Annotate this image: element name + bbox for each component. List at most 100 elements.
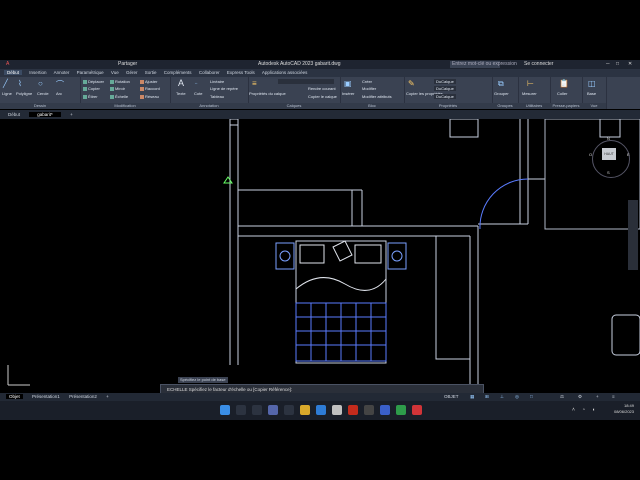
add-layout-icon[interactable]: +	[106, 394, 109, 399]
linetype-dropdown[interactable]: DuCalque	[434, 86, 456, 91]
array-button[interactable]: Réseau	[140, 94, 159, 99]
maximize-icon[interactable]: □	[616, 60, 619, 69]
tab-vue[interactable]: Vue	[111, 70, 119, 75]
layer-properties-button[interactable]: Propriétés du calque	[249, 91, 286, 96]
line-icon[interactable]: ╱	[3, 79, 8, 88]
tray-chevron-icon[interactable]: ˄	[572, 407, 575, 413]
file-explorer-icon[interactable]	[300, 405, 310, 415]
customize-menu-icon[interactable]: ≡	[612, 393, 615, 401]
stretch-button[interactable]: Étirer	[83, 94, 98, 99]
start-icon[interactable]	[220, 405, 230, 415]
tab-express-tools[interactable]: Express Tools	[227, 70, 255, 75]
measure-icon[interactable]: ⊢	[527, 79, 534, 88]
edit-button[interactable]: Modifier	[362, 86, 376, 91]
layers-panel-label[interactable]: Calques	[248, 103, 340, 109]
tab-model[interactable]: Objet	[6, 394, 23, 399]
viewcube-south[interactable]: S	[607, 170, 610, 175]
excel-icon[interactable]	[396, 405, 406, 415]
workspace-gear-icon[interactable]: ⚙	[578, 393, 582, 401]
color-dropdown[interactable]: DuCalque	[434, 79, 456, 84]
viewcube-east[interactable]: E	[627, 152, 630, 157]
model-space-indicator[interactable]: OBJET	[444, 393, 459, 401]
polyline-icon[interactable]: ⌇	[18, 79, 22, 88]
new-tab-icon[interactable]: +	[62, 112, 81, 117]
copy-layer-button[interactable]: Copier le calque	[308, 94, 337, 99]
tab-insertion[interactable]: Insertion	[29, 70, 46, 75]
dimension-button[interactable]: Cote	[194, 91, 202, 96]
navigation-bar[interactable]	[628, 200, 638, 270]
view-panel-label[interactable]: Vue	[582, 103, 606, 109]
search-icon[interactable]	[236, 405, 246, 415]
tab-gerer[interactable]: Gérer	[126, 70, 138, 75]
trim-button[interactable]: Ajuster	[140, 79, 157, 84]
close-icon[interactable]: ✕	[628, 60, 632, 69]
groups-panel-label[interactable]: Groupes	[492, 103, 518, 109]
copy-button[interactable]: Copier	[83, 86, 100, 91]
polyline-button[interactable]: Polyligne	[16, 91, 32, 96]
search-input[interactable]: Entrez mot-clé ou expression	[450, 61, 517, 68]
grid-icon[interactable]: ▦	[470, 393, 474, 401]
tab-sortie[interactable]: Sortie	[145, 70, 157, 75]
plus-icon[interactable]: +	[596, 393, 599, 401]
viewcube-west[interactable]: O	[589, 152, 592, 157]
insert-icon[interactable]: ▣	[344, 79, 352, 88]
tab-layout1[interactable]: Présentation1	[32, 394, 60, 399]
osnap-icon[interactable]: □	[530, 393, 533, 401]
paste-button[interactable]: Coller	[557, 91, 567, 96]
make-current-button[interactable]: Rendre courant	[308, 86, 336, 91]
drawing-canvas[interactable]	[0, 118, 640, 393]
ortho-icon[interactable]: ⊥	[500, 393, 504, 401]
viewcube-north[interactable]: N	[607, 136, 610, 141]
app-icon[interactable]	[412, 405, 422, 415]
autocad-logo-icon[interactable]: A	[6, 60, 9, 69]
create-button[interactable]: Créer	[362, 79, 372, 84]
tab-annoter[interactable]: Annoter	[54, 70, 70, 75]
polar-icon[interactable]: ◎	[515, 393, 519, 401]
tab-applications[interactable]: Applications associées	[262, 70, 308, 75]
edit-attributes-button[interactable]: Modifier attributs	[362, 94, 392, 99]
paste-icon[interactable]: 📋	[559, 79, 569, 88]
lineweight-dropdown[interactable]: DuCalque	[434, 94, 456, 99]
text-button[interactable]: Texte	[176, 91, 186, 96]
chat-icon[interactable]	[268, 405, 278, 415]
line-button[interactable]: Ligne	[2, 91, 12, 96]
arc-icon[interactable]: ⌒	[56, 79, 64, 90]
match-properties-icon[interactable]: ✎	[408, 79, 415, 88]
viewcube-face[interactable]: HAUT	[602, 148, 616, 160]
measure-button[interactable]: Mesurer	[522, 91, 537, 96]
edge-icon[interactable]	[316, 405, 326, 415]
table-button[interactable]: Tableau	[210, 94, 224, 99]
minimize-icon[interactable]: ─	[606, 60, 610, 69]
revit-icon[interactable]	[380, 405, 390, 415]
group-button[interactable]: Grouper	[494, 91, 509, 96]
tab-parametrique[interactable]: Paramétrique	[77, 70, 104, 75]
draw-panel-label[interactable]: Dessin	[0, 103, 80, 109]
system-clock[interactable]: 18:49 08/06/2023	[614, 403, 634, 415]
arc-button[interactable]: Arc	[56, 91, 62, 96]
block-panel-label[interactable]: Bloc	[340, 103, 404, 109]
snap-icon[interactable]: ⊞	[485, 393, 489, 401]
base-button[interactable]: Base	[587, 91, 596, 96]
mirror-button[interactable]: Miroir	[110, 86, 125, 91]
move-button[interactable]: Déplacer	[83, 79, 104, 84]
widgets-icon[interactable]	[284, 405, 294, 415]
task-view-icon[interactable]	[252, 405, 262, 415]
sign-in-button[interactable]: Se connecter	[524, 60, 553, 69]
properties-panel-label[interactable]: Propriétés	[404, 103, 492, 109]
circle-icon[interactable]: ○	[38, 79, 43, 88]
annotation-panel-label[interactable]: Annotation	[170, 103, 248, 109]
layer-dropdown[interactable]	[278, 79, 334, 84]
wifi-icon[interactable]: ◔	[582, 407, 585, 413]
fillet-button[interactable]: Raccord	[140, 86, 160, 91]
autocad-app-icon[interactable]	[348, 405, 358, 415]
text-icon[interactable]: A	[178, 78, 184, 88]
clipboard-panel-label[interactable]: Presse-papiers	[550, 103, 582, 109]
tab-collaborer[interactable]: Collaborer	[199, 70, 220, 75]
media-icon[interactable]	[364, 405, 374, 415]
utilities-panel-label[interactable]: Utilitaires	[518, 103, 550, 109]
group-icon[interactable]: ⧉	[498, 79, 504, 89]
circle-button[interactable]: Cercle	[37, 91, 49, 96]
base-icon[interactable]: ◫	[588, 79, 596, 88]
dimension-icon[interactable]: ↔	[194, 80, 198, 85]
volume-icon[interactable]: ◖	[592, 407, 595, 413]
